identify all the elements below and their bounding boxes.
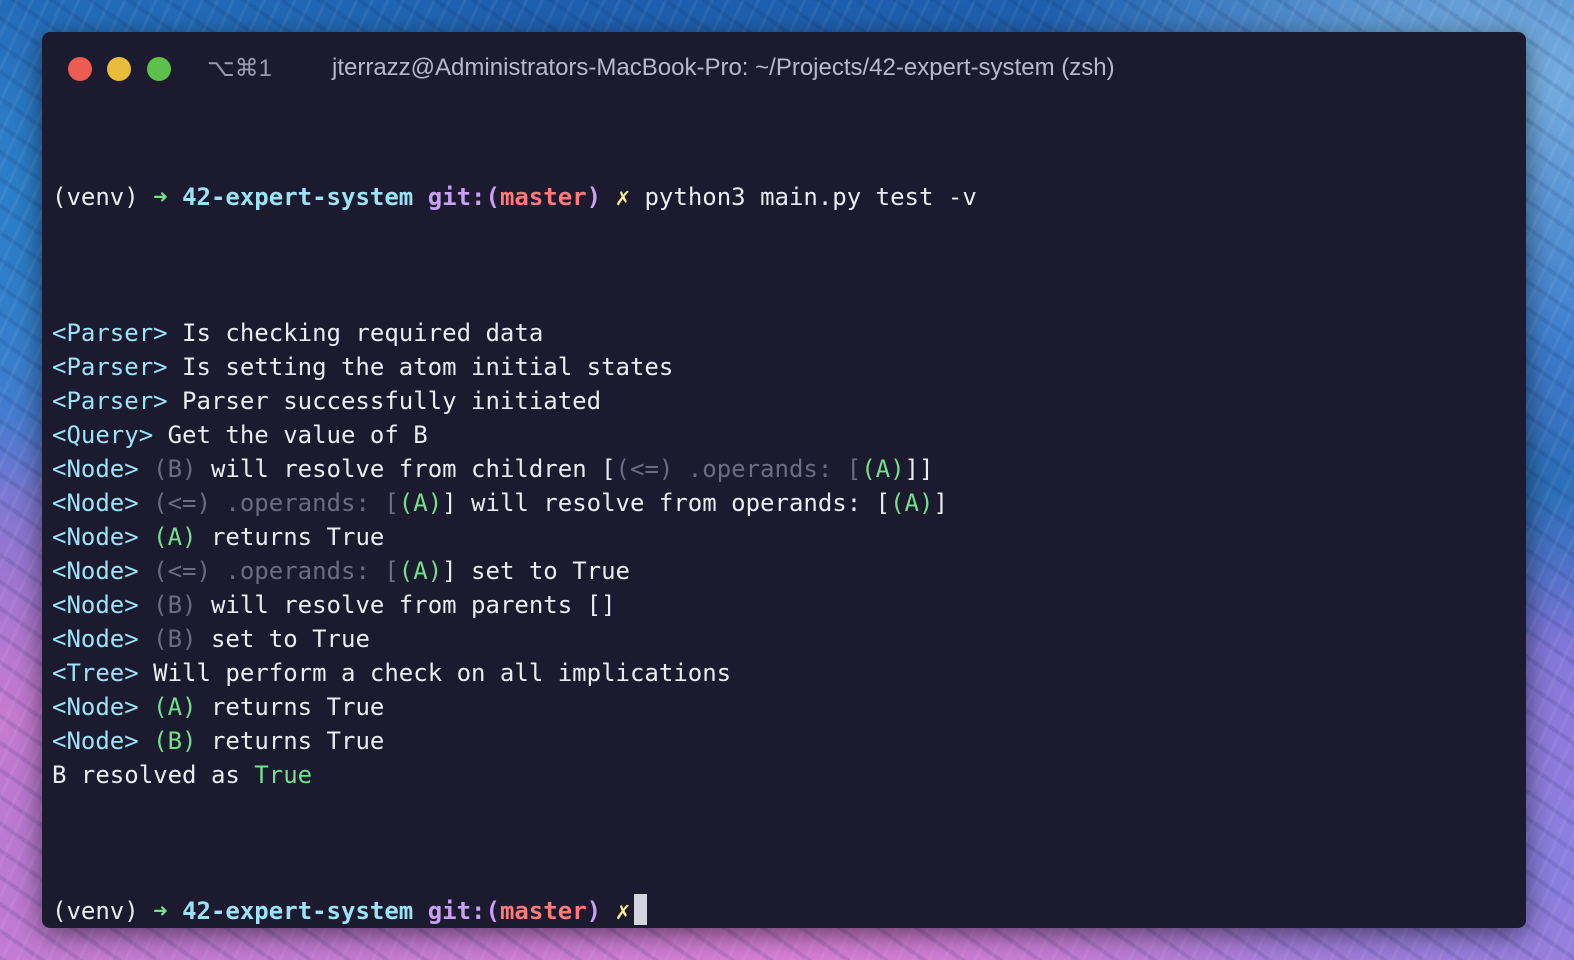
text-cursor[interactable] [634, 894, 648, 925]
git-dirty-icon: ✗ [615, 897, 631, 925]
output-segment: Is setting the atom initial states [167, 353, 674, 381]
venv-label: (venv) [52, 183, 139, 211]
output-line: <Tree> Will perform a check on all impli… [52, 656, 1516, 690]
output-segment: (B) [153, 455, 197, 483]
output-segment [139, 557, 153, 585]
command-text: python3 main.py test -v [644, 183, 977, 211]
git-suffix: ) [586, 183, 602, 211]
git-dirty-icon: ✗ [615, 183, 631, 211]
git-suffix: ) [586, 897, 602, 925]
output-segment: (B) [153, 727, 197, 755]
output-segment: <Node> [52, 455, 139, 483]
prompt-line-current[interactable]: (venv) ➜ 42-expert-system git:(master) ✗ [52, 894, 1516, 928]
output-segment: <Tree> [52, 659, 139, 687]
output-line: <Node> (B) will resolve from parents [] [52, 588, 1516, 622]
output-line: B resolved as True [52, 758, 1516, 792]
git-branch: master [499, 183, 587, 211]
output-segment: Will perform a check on all implications [138, 659, 732, 687]
output-segment [139, 523, 153, 551]
output-segment [139, 693, 153, 721]
output-segment: <Node> [52, 727, 139, 755]
output-segment: ] set to True [442, 557, 630, 585]
output-segment: (<=) .operands: [ [615, 455, 862, 483]
output-segment: ] will resolve from operands: [ [442, 489, 891, 517]
output-segment: Is checking required data [167, 319, 544, 347]
output-segment: returns True [196, 727, 385, 755]
output-segment: Parser successfully initiated [167, 387, 602, 415]
git-prefix: git:( [427, 183, 500, 211]
zoom-button[interactable] [147, 57, 171, 81]
output-line: <Parser> Is checking required data [52, 316, 1516, 350]
prompt-directory: 42-expert-system [182, 897, 414, 925]
git-branch: master [499, 897, 587, 925]
output-segment: ] [933, 489, 948, 517]
output-segment: (A) [153, 693, 197, 721]
output-line: <Node> (A) returns True [52, 690, 1516, 724]
output-segment [139, 591, 153, 619]
output-segment: <Parser> [52, 387, 168, 415]
venv-label: (venv) [52, 897, 139, 925]
prompt-arrow-icon: ➜ [153, 897, 168, 925]
output-segment: B resolved as [52, 761, 255, 789]
output-segment: returns True [196, 523, 385, 551]
output-segment: True [254, 761, 313, 789]
output-segment: Get the value of B [153, 421, 428, 449]
output-segment [139, 455, 153, 483]
output-line: <Node> (B) set to True [52, 622, 1516, 656]
output-line: <Parser> Parser successfully initiated [52, 384, 1516, 418]
output-line: <Node> (<=) .operands: [(A)] set to True [52, 554, 1516, 588]
prompt-directory: 42-expert-system [182, 183, 414, 211]
output-line: <Parser> Is setting the atom initial sta… [52, 350, 1516, 384]
output-line: <Node> (B) returns True [52, 724, 1516, 758]
title-bar[interactable]: ⌥⌘1 jterrazz@Administrators-MacBook-Pro:… [42, 32, 1526, 108]
prompt-arrow-icon: ➜ [153, 183, 168, 211]
output-segment: <Node> [52, 523, 139, 551]
output-segment: will resolve from parents [] [196, 591, 616, 619]
output-segment: (B) [153, 625, 197, 653]
output-segment: set to True [196, 625, 370, 653]
output-segment: (A) [861, 455, 905, 483]
output-segment: <Parser> [52, 353, 168, 381]
output-line: <Node> (B) will resolve from children [(… [52, 452, 1516, 486]
output-segment: (A) [153, 523, 197, 551]
output-lines: <Parser> Is checking required data <Parse… [52, 316, 1516, 792]
output-segment: <Node> [52, 557, 139, 585]
output-segment: <Node> [52, 625, 139, 653]
tab-shortcut: ⌥⌘1 [207, 55, 273, 82]
output-segment: <Node> [52, 693, 139, 721]
prompt-line: (venv) ➜ 42-expert-system git:(master) ✗… [52, 180, 1516, 214]
output-segment: (A) [398, 557, 443, 585]
output-segment [139, 727, 153, 755]
output-segment: <Node> [52, 489, 139, 517]
git-prefix: git:( [427, 897, 500, 925]
output-segment: (B) [153, 591, 197, 619]
output-line: <Query> Get the value of B [52, 418, 1516, 452]
close-button[interactable] [68, 57, 92, 81]
terminal-output[interactable]: (venv) ➜ 42-expert-system git:(master) ✗… [52, 112, 1516, 928]
terminal-window[interactable]: ⌥⌘1 jterrazz@Administrators-MacBook-Pro:… [42, 32, 1526, 928]
output-segment: returns True [196, 693, 385, 721]
output-segment: (<=) .operands: [ [153, 489, 399, 517]
output-line: <Node> (A) returns True [52, 520, 1516, 554]
output-segment: (<=) .operands: [ [153, 557, 399, 585]
output-segment: ]] [904, 455, 934, 483]
minimize-button[interactable] [107, 57, 131, 81]
output-segment: <Parser> [52, 319, 168, 347]
window-title: jterrazz@Administrators-MacBook-Pro: ~/P… [332, 54, 1115, 81]
output-segment [139, 489, 153, 517]
output-segment: (A) [398, 489, 443, 517]
output-segment: <Query> [52, 421, 154, 449]
output-segment: (A) [890, 489, 934, 517]
output-segment [139, 625, 153, 653]
output-line: <Node> (<=) .operands: [(A)] will resolv… [52, 486, 1516, 520]
output-segment: will resolve from children [ [196, 455, 616, 483]
output-segment: <Node> [52, 591, 139, 619]
